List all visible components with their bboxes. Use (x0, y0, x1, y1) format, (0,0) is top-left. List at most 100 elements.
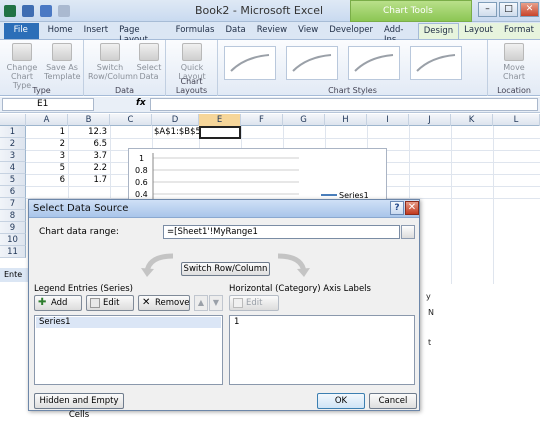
undo-icon[interactable] (40, 5, 52, 17)
column-header[interactable]: C (110, 114, 152, 126)
name-box[interactable]: E1 (2, 98, 94, 111)
cell-a4[interactable]: 5 (26, 162, 68, 174)
switch-row-column-ribbon-button[interactable]: Switch Row/Column (88, 43, 138, 81)
column-header[interactable]: I (367, 114, 409, 126)
row-header[interactable]: 4 (0, 162, 26, 174)
tab-formulas[interactable]: Formulas (171, 23, 221, 39)
axis-labels-list[interactable]: 1 (229, 315, 415, 385)
save-icon[interactable] (22, 5, 34, 17)
row-header[interactable]: 8 (0, 210, 26, 222)
dialog-close-button[interactable]: ✕ (405, 201, 419, 215)
chart-tools-header: Chart Tools (350, 0, 472, 22)
quick-layout-icon (182, 43, 202, 61)
hidden-empty-cells-button[interactable]: Hidden and Empty Cells (34, 393, 124, 420)
add-series-button[interactable]: ✚ Add (34, 295, 82, 311)
excel-icon[interactable] (4, 5, 16, 17)
tab-page-layout[interactable]: Page Layout (114, 23, 171, 45)
cell-b5[interactable]: 1.7 (68, 174, 110, 186)
cell-a3[interactable]: 3 (26, 150, 68, 162)
quick-layout-button[interactable]: Quick Layout (174, 43, 210, 81)
row-header[interactable]: 3 (0, 150, 26, 162)
switch-row-column-button[interactable]: Switch Row/Column (181, 262, 270, 276)
row-header[interactable]: 1 (0, 126, 26, 138)
row-header[interactable]: 5 (0, 174, 26, 186)
row-header[interactable]: 11 (0, 246, 26, 258)
cancel-button[interactable]: Cancel (369, 393, 417, 409)
remove-series-button[interactable]: ✕ Remove (138, 295, 190, 311)
template-icon (52, 43, 72, 61)
row-header[interactable]: 7 (0, 198, 26, 210)
column-header[interactable]: B (68, 114, 110, 126)
cell-a2[interactable]: 2 (26, 138, 68, 150)
cell-a5[interactable]: 6 (26, 174, 68, 186)
move-chart-button[interactable]: Move Chart (496, 43, 532, 81)
column-header[interactable]: G (283, 114, 325, 126)
cell-a1[interactable]: 1 (26, 126, 68, 138)
save-as-template-button[interactable]: Save As Template (44, 43, 81, 81)
side-text: N (428, 308, 434, 317)
tab-file[interactable]: File (4, 23, 39, 39)
chart-layouts-group-label: Chart Layouts (175, 77, 208, 95)
chart-style-3[interactable] (348, 46, 400, 80)
chart-data-range-input[interactable]: =[Sheet1'!MyRange1 (163, 225, 400, 239)
data-group: Switch Row/Column Select Data Data (84, 40, 166, 96)
tab-design[interactable]: Design (417, 23, 460, 39)
row-header[interactable]: 6 (0, 186, 26, 198)
series-list[interactable]: Series1 (34, 315, 223, 385)
column-header[interactable]: A (26, 114, 68, 126)
redo-icon[interactable] (58, 5, 70, 17)
column-header[interactable]: J (409, 114, 451, 126)
select-all-corner[interactable] (0, 114, 26, 126)
column-header[interactable]: F (241, 114, 283, 126)
series-list-item[interactable]: Series1 (36, 317, 221, 328)
close-button[interactable]: ✕ (520, 2, 539, 17)
select-data-button[interactable]: Select Data (136, 43, 162, 81)
edit-axis-labels-button[interactable]: Edit (229, 295, 279, 311)
column-header[interactable]: H (325, 114, 367, 126)
tab-developer[interactable]: Developer (324, 23, 379, 39)
side-text: y (426, 292, 431, 301)
change-chart-type-button[interactable]: Change Chart Type (4, 43, 40, 90)
column-header[interactable]: D (152, 114, 199, 126)
cell-b3[interactable]: 3.7 (68, 150, 110, 162)
tab-data[interactable]: Data (220, 23, 251, 39)
column-header[interactable]: E (199, 114, 241, 126)
chart-canvas: 1 0.8 0.6 0.4 Series1 (135, 153, 369, 202)
dialog-title-bar[interactable]: Select Data Source ? ✕ (29, 200, 419, 218)
cell-d1[interactable]: $A$1:$B$5 (152, 126, 201, 138)
column-header[interactable]: K (451, 114, 493, 126)
chart-style-2[interactable] (286, 46, 338, 80)
tab-insert[interactable]: Insert (79, 23, 114, 39)
active-cell-e1[interactable] (199, 126, 241, 139)
move-down-button[interactable]: ▼ (209, 295, 223, 311)
column-header[interactable]: L (493, 114, 540, 126)
embedded-chart[interactable]: 1 0.8 0.6 0.4 Series1 (128, 148, 387, 203)
chart-style-1[interactable] (224, 46, 276, 80)
ok-button[interactable]: OK (317, 393, 365, 409)
select-data-source-dialog: Select Data Source ? ✕ Chart data range:… (28, 199, 420, 420)
cell-b4[interactable]: 2.2 (68, 162, 110, 174)
row-header[interactable]: 10 (0, 234, 26, 246)
edit-series-button[interactable]: Edit (86, 295, 134, 311)
row-header[interactable]: 9 (0, 222, 26, 234)
help-button[interactable]: ? (390, 201, 404, 215)
maximize-button[interactable]: □ (499, 2, 518, 17)
row-header[interactable]: 2 (0, 138, 26, 150)
tab-home[interactable]: Home (43, 23, 79, 39)
chart-style-4[interactable] (410, 46, 462, 80)
tab-format[interactable]: Format (499, 23, 540, 39)
axis-label-item[interactable]: 1 (231, 317, 413, 328)
fx-icon[interactable]: fx (136, 98, 146, 108)
tab-layout[interactable]: Layout (459, 23, 500, 39)
tab-add-ins[interactable]: Add-Ins (379, 23, 418, 45)
minimize-button[interactable]: – (478, 2, 497, 17)
range-picker-icon[interactable] (401, 225, 415, 239)
tab-view[interactable]: View (293, 23, 324, 39)
move-up-button[interactable]: ▲ (194, 295, 208, 311)
cell-b2[interactable]: 6.5 (68, 138, 110, 150)
edit-icon (90, 298, 100, 308)
tab-review[interactable]: Review (252, 23, 293, 39)
edit-label: Edit (103, 298, 120, 308)
formula-input[interactable] (150, 98, 538, 111)
cell-b1[interactable]: 12.3 (68, 126, 110, 138)
